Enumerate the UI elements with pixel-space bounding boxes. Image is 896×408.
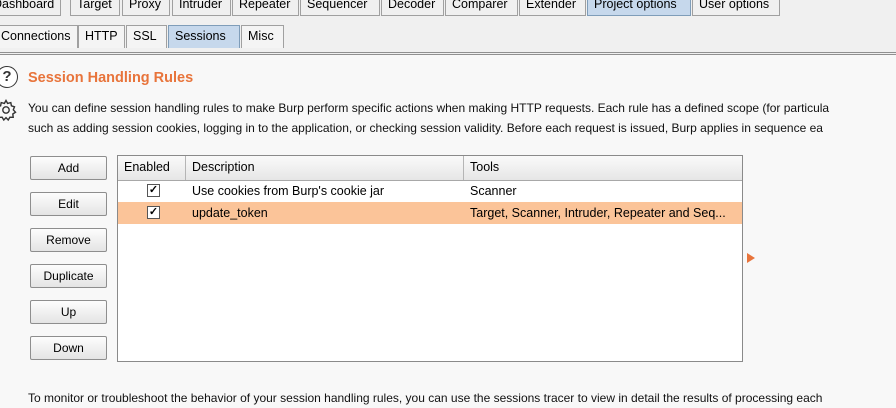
- up-button[interactable]: Up: [30, 300, 107, 324]
- sub-tab-bar: Connections HTTP SSL Sessions Misc: [0, 17, 896, 55]
- tab-sequencer[interactable]: Sequencer: [300, 0, 380, 16]
- subtab-sessions[interactable]: Sessions: [168, 25, 240, 48]
- column-header-description[interactable]: Description: [186, 156, 464, 180]
- subtab-misc[interactable]: Misc: [241, 25, 284, 48]
- tab-project-options[interactable]: Project options: [587, 0, 691, 16]
- description-cell: Use cookies from Burp's cookie jar: [192, 184, 385, 198]
- tab-comparer[interactable]: Comparer: [445, 0, 518, 16]
- triangle-right-icon[interactable]: [747, 253, 755, 263]
- sessions-tracer-description: To monitor or troubleshoot the behavior …: [28, 391, 823, 405]
- tools-cell: Scanner: [470, 184, 517, 198]
- tab-extender[interactable]: Extender: [519, 0, 586, 16]
- tab-intruder[interactable]: Intruder: [172, 0, 231, 16]
- help-icon[interactable]: ?: [0, 66, 18, 88]
- edit-button[interactable]: Edit: [30, 192, 107, 216]
- gear-icon[interactable]: [0, 98, 18, 122]
- tools-cell: Target, Scanner, Intruder, Repeater and …: [470, 206, 726, 220]
- subtab-ssl[interactable]: SSL: [126, 25, 167, 48]
- add-button[interactable]: Add: [30, 156, 107, 180]
- table-header: Enabled Description Tools: [118, 156, 742, 181]
- enabled-checkbox[interactable]: ✓: [147, 206, 160, 219]
- enabled-cell: ✓: [118, 202, 186, 224]
- table-row[interactable]: ✓ Use cookies from Burp's cookie jar Sca…: [118, 180, 742, 202]
- description-cell: update_token: [192, 206, 268, 220]
- section-description-line-2: such as adding session cookies, logging …: [28, 121, 823, 135]
- duplicate-button[interactable]: Duplicate: [30, 264, 107, 288]
- top-tab-bar: Dashboard Target Proxy Intruder Repeater…: [0, 0, 896, 18]
- table-row-selected[interactable]: ✓ update_token Target, Scanner, Intruder…: [118, 202, 742, 224]
- section-description-line-1: You can define session handling rules to…: [28, 101, 830, 115]
- column-header-tools[interactable]: Tools: [464, 156, 742, 180]
- tab-proxy[interactable]: Proxy: [122, 0, 170, 16]
- session-rules-table[interactable]: Enabled Description Tools ✓ Use cookies …: [117, 155, 743, 362]
- enabled-checkbox[interactable]: ✓: [147, 184, 160, 197]
- tab-decoder[interactable]: Decoder: [381, 0, 444, 16]
- tab-user-options[interactable]: User options: [692, 0, 780, 16]
- column-header-enabled[interactable]: Enabled: [118, 156, 186, 180]
- tab-dashboard[interactable]: Dashboard: [0, 0, 61, 16]
- remove-button[interactable]: Remove: [30, 228, 107, 252]
- subtab-http[interactable]: HTTP: [78, 25, 125, 48]
- down-button[interactable]: Down: [30, 336, 107, 360]
- tab-repeater[interactable]: Repeater: [232, 0, 299, 16]
- enabled-cell: ✓: [118, 180, 186, 202]
- section-title: Session Handling Rules: [28, 70, 194, 86]
- subtab-connections[interactable]: Connections: [0, 25, 78, 48]
- tab-target[interactable]: Target: [70, 0, 120, 16]
